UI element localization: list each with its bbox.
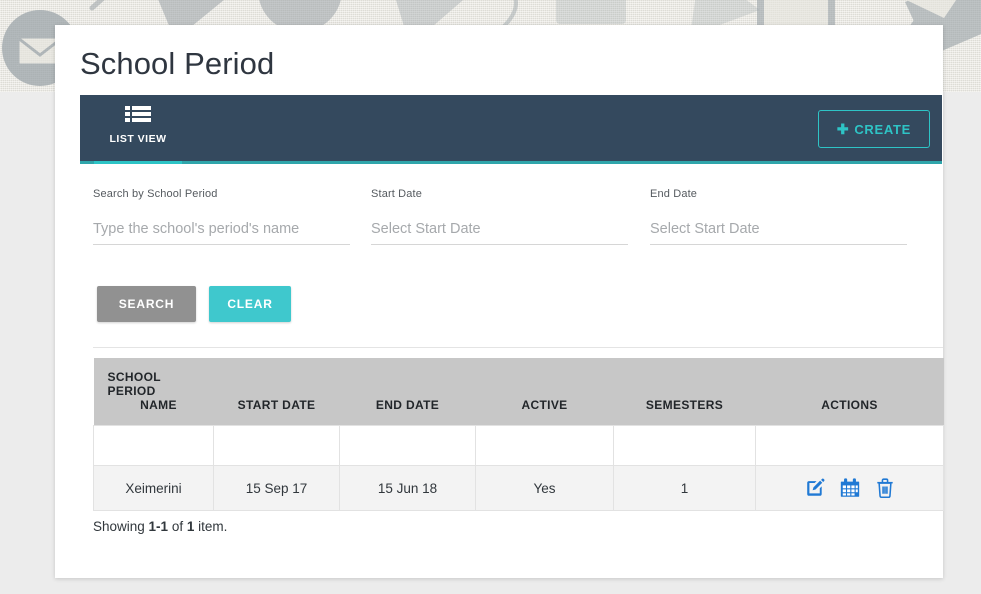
start-date-input[interactable] [371,221,628,245]
column-header-name-line2: NAME [140,398,177,412]
table-header-row: SCHOOL PERIOD NAME START DATE END DATE A… [93,358,944,426]
cell-name: Xeimerini [93,465,214,511]
calendar-icon[interactable] [839,477,861,499]
field-school-period-name: Search by School Period [93,188,350,245]
delete-icon[interactable] [874,477,896,499]
column-header-start-date[interactable]: START DATE [213,358,340,426]
results-table-container: SCHOOL PERIOD NAME START DATE END DATE A… [93,358,944,511]
filter-cell-actions [755,425,944,466]
column-header-semesters[interactable]: SEMESTERS [613,358,756,426]
filter-cell-end-date[interactable] [339,425,476,466]
filter-cell-name[interactable] [93,425,214,466]
plus-icon: ✚ [836,121,850,137]
field-end-date: End Date [650,188,907,245]
field-start-date: Start Date [371,188,628,245]
page-title: School Period [80,46,275,81]
column-header-name[interactable]: SCHOOL PERIOD NAME [93,358,214,426]
cell-active: Yes [475,465,614,511]
calendar-icon-svg [840,478,859,497]
create-button-label: CREATE [854,122,911,137]
table-filter-row [93,425,944,466]
create-button[interactable]: ✚ CREATE [817,110,930,148]
search-name-input[interactable] [93,221,350,245]
showing-prefix: Showing [93,519,149,534]
filter-cell-semesters[interactable] [613,425,756,466]
column-header-end-date[interactable]: END DATE [339,358,476,426]
cell-start-date: 15 Sep 17 [213,465,340,511]
showing-suffix: item. [194,519,228,534]
view-toolbar: LIST VIEW ✚ CREATE [80,95,942,164]
toolbar-accent-line [80,161,942,164]
search-name-label: Search by School Period [93,188,218,200]
section-divider [93,347,943,348]
content-card: School Period LIST VIEW ✚ CREATE Search … [55,25,944,578]
list-view-icon-svg [125,106,151,122]
filter-cell-start-date[interactable] [213,425,340,466]
edit-icon[interactable] [804,477,826,499]
showing-summary: Showing 1-1 of 1 item. [93,519,227,534]
showing-of: of [168,519,187,534]
filter-cell-active[interactable] [475,425,614,466]
end-date-input[interactable] [650,221,907,245]
tab-list-view-label: LIST VIEW [109,133,167,145]
end-date-label: End Date [650,188,698,200]
cell-semesters: 1 [613,465,756,511]
search-button[interactable]: SEARCH [97,286,196,322]
column-header-active[interactable]: ACTIVE [475,358,614,426]
list-view-icon [94,106,182,128]
filter-panel: Search by School Period Start Date End D… [93,188,943,268]
school-period-table: SCHOOL PERIOD NAME START DATE END DATE A… [93,358,944,511]
clear-button[interactable]: CLEAR [209,286,291,322]
delete-icon-svg [876,478,893,499]
cell-actions [755,465,944,511]
edit-icon-svg [806,478,824,496]
column-header-name-line1: SCHOOL PERIOD [107,370,161,398]
cell-end-date: 15 Jun 18 [339,465,476,511]
table-row: Xeimerini 15 Sep 17 15 Jun 18 Yes 1 [93,465,944,511]
showing-range: 1-1 [148,519,169,534]
start-date-label: Start Date [371,188,423,200]
tab-list-view[interactable]: LIST VIEW [94,95,182,164]
row-actions [756,477,943,499]
column-header-actions[interactable]: ACTIONS [755,358,944,426]
